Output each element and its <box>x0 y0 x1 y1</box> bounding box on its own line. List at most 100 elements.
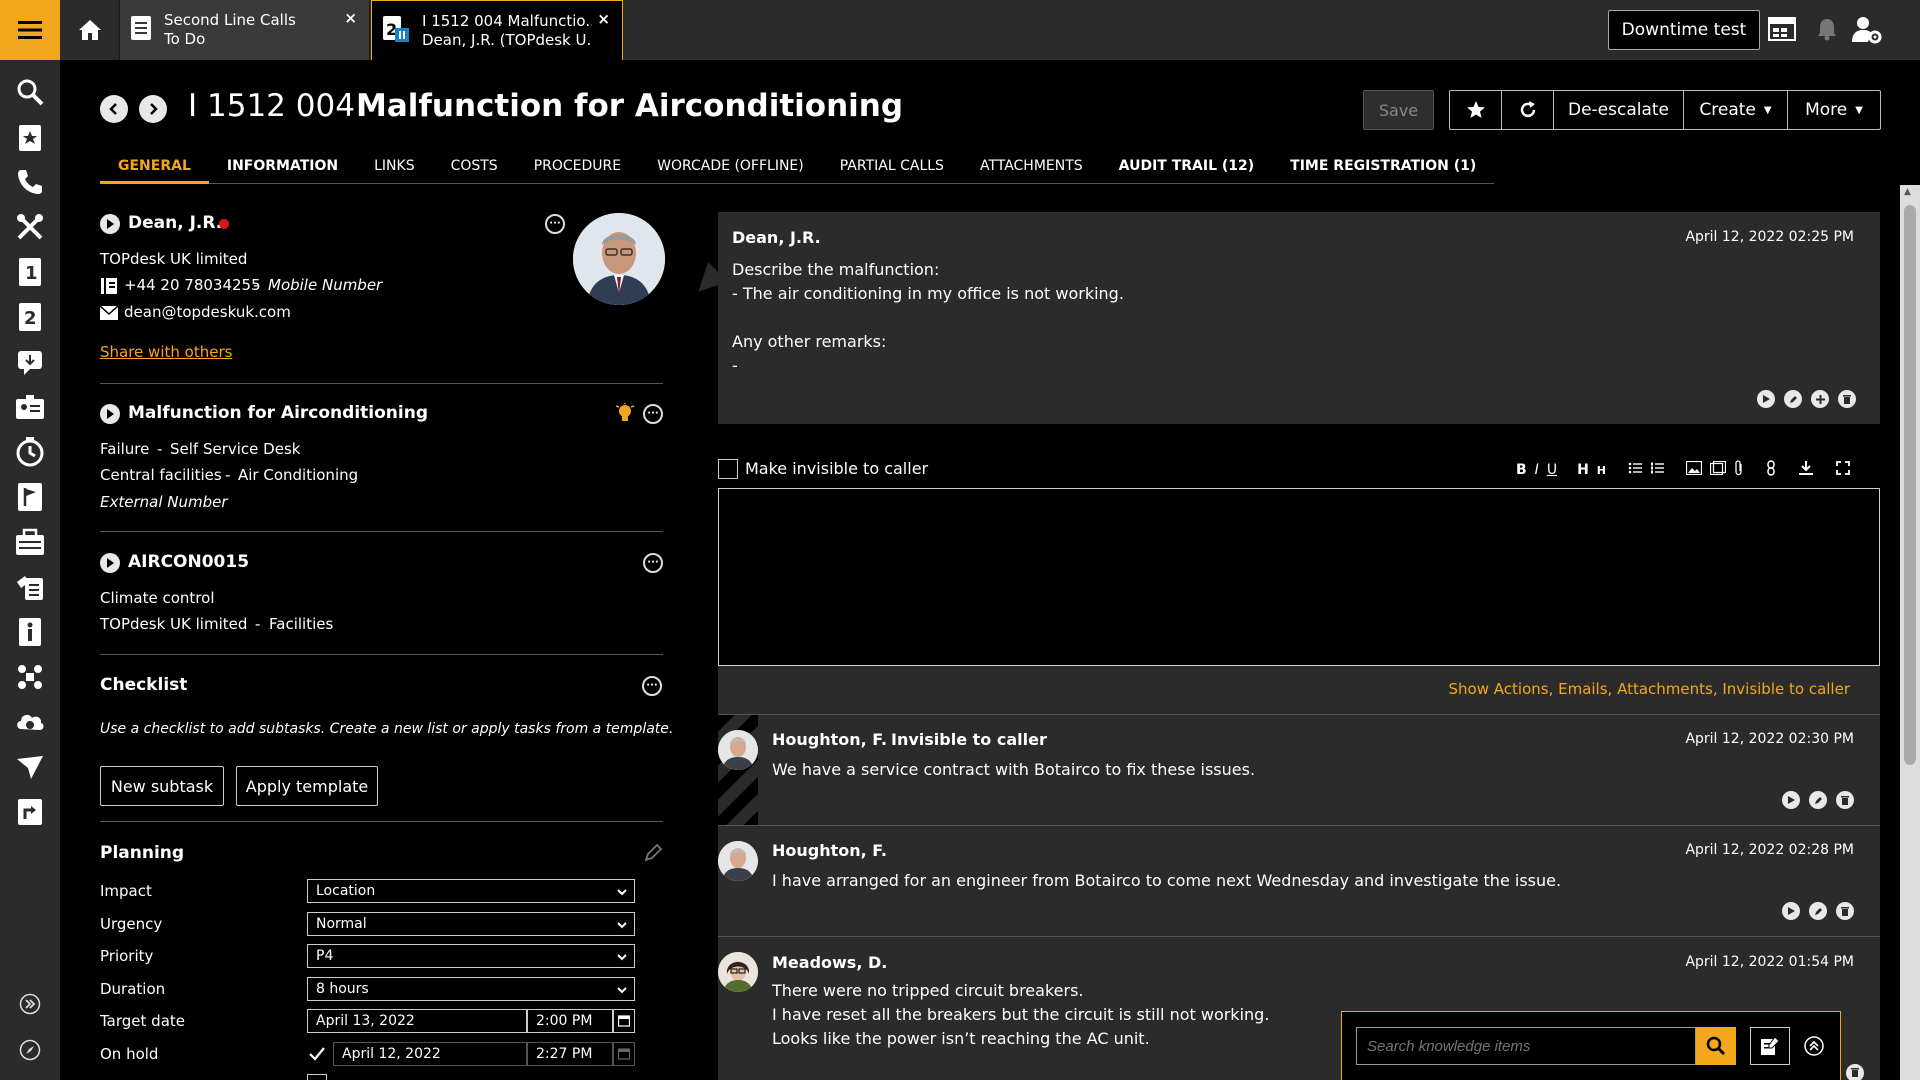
change-flag-icon[interactable] <box>14 481 46 513</box>
play-icon[interactable] <box>1757 390 1775 408</box>
underline-icon[interactable]: U <box>1547 462 1557 478</box>
priority-select[interactable]: P4 <box>307 944 635 968</box>
edit-icon[interactable] <box>1809 791 1827 809</box>
delete-icon[interactable] <box>1838 390 1856 408</box>
apply-template-button[interactable]: Apply template <box>236 766 378 806</box>
tab-audit-trail[interactable]: AUDIT TRAIL (12) <box>1101 155 1272 184</box>
heading1-icon[interactable]: H <box>1577 462 1589 478</box>
paperclip-icon[interactable] <box>1734 460 1744 480</box>
deescalate-button[interactable]: De-escalate <box>1554 91 1684 129</box>
tab-links[interactable]: LINKS <box>356 155 432 184</box>
calendar-picker-icon[interactable] <box>613 1009 635 1033</box>
call-more-icon[interactable]: ··· <box>643 404 663 424</box>
expand-sidebar-icon[interactable] <box>14 988 46 1020</box>
play-icon[interactable] <box>1782 791 1800 809</box>
operator-icon[interactable] <box>14 391 46 423</box>
favorite-button[interactable] <box>1450 91 1502 129</box>
caller-email[interactable]: dean@topdeskuk.com <box>124 303 291 321</box>
duration-select[interactable]: 8 hours <box>307 977 635 1001</box>
tab-costs[interactable]: COSTS <box>433 155 516 184</box>
close-icon[interactable]: × <box>597 10 610 28</box>
tab-second-line-calls[interactable]: Second Line Calls To Do × <box>120 0 370 60</box>
previous-button[interactable] <box>100 95 128 123</box>
expand-object-icon[interactable] <box>100 553 120 573</box>
target-time-input[interactable]: 2:00 PM <box>527 1009 613 1033</box>
next-button[interactable] <box>139 95 167 123</box>
tab-worcade[interactable]: WORCADE (OFFLINE) <box>639 155 822 184</box>
impact-select[interactable]: Location <box>307 879 635 903</box>
add-icon[interactable] <box>1811 390 1829 408</box>
tab-information[interactable]: INFORMATION <box>209 155 356 184</box>
tab-time-registration[interactable]: TIME REGISTRATION (1) <box>1272 155 1494 184</box>
knowledge-items-icon[interactable] <box>14 571 46 603</box>
urgency-select[interactable]: Normal <box>307 912 635 936</box>
home-icon[interactable] <box>60 0 120 60</box>
compass-icon[interactable] <box>14 1034 46 1066</box>
bell-icon[interactable] <box>1816 17 1838 45</box>
caller-phone[interactable]: +44 20 78034255 <box>124 276 261 294</box>
create-button[interactable]: Create ▼ <box>1684 91 1788 129</box>
italic-icon[interactable]: I <box>1535 462 1539 478</box>
bullet-list-icon[interactable] <box>1628 461 1642 479</box>
collapse-up-icon[interactable] <box>1804 1036 1824 1060</box>
gallery-icon[interactable] <box>1709 460 1727 479</box>
shortcut-icon[interactable] <box>14 796 46 828</box>
heading2-icon[interactable]: H <box>1597 464 1606 477</box>
modules-icon[interactable] <box>14 661 46 693</box>
downtime-button[interactable]: Downtime test <box>1608 10 1760 50</box>
invisible-checkbox[interactable] <box>718 459 738 479</box>
menu-icon[interactable] <box>0 0 60 60</box>
scrollbar-thumb[interactable] <box>1904 205 1916 765</box>
upload-icon[interactable] <box>1798 460 1814 480</box>
edit-icon[interactable] <box>1809 902 1827 920</box>
expand-call-icon[interactable] <box>100 404 120 424</box>
assets-icon[interactable] <box>14 526 46 558</box>
starred-icon[interactable] <box>14 121 46 153</box>
action-editor[interactable] <box>718 488 1880 666</box>
edit-icon[interactable] <box>1784 390 1802 408</box>
second-line-icon[interactable]: 2 <box>14 301 46 333</box>
search-icon[interactable] <box>14 76 46 108</box>
expand-caller-icon[interactable] <box>100 214 120 234</box>
reservations-icon[interactable] <box>14 706 46 738</box>
more-button[interactable]: More ▼ <box>1788 91 1880 129</box>
tab-procedure[interactable]: PROCEDURE <box>516 155 639 184</box>
share-with-others-link[interactable]: Share with others <box>100 343 232 361</box>
target-date-input[interactable]: April 13, 2022 <box>307 1009 527 1033</box>
info-icon[interactable] <box>14 616 46 648</box>
clock-icon[interactable] <box>14 436 46 468</box>
caller-more-icon[interactable]: ··· <box>545 214 565 234</box>
object-more-icon[interactable]: ··· <box>643 553 663 573</box>
lightbulb-icon[interactable] <box>615 403 635 429</box>
bold-icon[interactable]: B <box>1516 462 1527 478</box>
tab-general[interactable]: GENERAL <box>100 155 209 184</box>
new-knowledge-item-icon[interactable] <box>1750 1027 1790 1065</box>
on-hold-checkbox[interactable] <box>307 1044 327 1064</box>
send-icon[interactable] <box>14 751 46 783</box>
numbered-list-icon[interactable] <box>1650 461 1664 479</box>
object-id[interactable]: AIRCON0015 <box>128 552 249 572</box>
delete-icon[interactable] <box>1836 902 1854 920</box>
edit-pen-icon[interactable] <box>643 843 663 867</box>
checkbox[interactable] <box>307 1074 327 1080</box>
search-icon[interactable] <box>1696 1027 1736 1065</box>
tools-icon[interactable] <box>14 211 46 243</box>
link-icon[interactable] <box>1766 460 1776 480</box>
self-service-icon[interactable] <box>14 346 46 378</box>
save-button[interactable]: Save <box>1363 90 1434 130</box>
knowledge-search-input[interactable] <box>1356 1027 1696 1065</box>
show-filter-link[interactable]: Show Actions, Emails, Attachments, Invis… <box>1449 680 1850 698</box>
user-settings-icon[interactable] <box>1852 16 1882 48</box>
play-icon[interactable] <box>1782 902 1800 920</box>
first-line-icon[interactable]: 1 <box>14 256 46 288</box>
tab-partial-calls[interactable]: PARTIAL CALLS <box>822 155 962 184</box>
caller-name[interactable]: Dean, J.R. <box>128 213 222 233</box>
close-icon[interactable]: × <box>344 9 357 27</box>
scroll-up-icon[interactable]: ▲ <box>1904 187 1911 197</box>
delete-icon[interactable] <box>1846 1063 1864 1080</box>
new-subtask-button[interactable]: New subtask <box>100 766 224 806</box>
fullscreen-icon[interactable] <box>1836 461 1850 479</box>
image-icon[interactable] <box>1685 460 1703 479</box>
tab-current-call[interactable]: 2 I 1512 004 Malfunctio... Dean, J.R. (TO… <box>371 0 623 60</box>
phone-icon[interactable] <box>14 166 46 198</box>
